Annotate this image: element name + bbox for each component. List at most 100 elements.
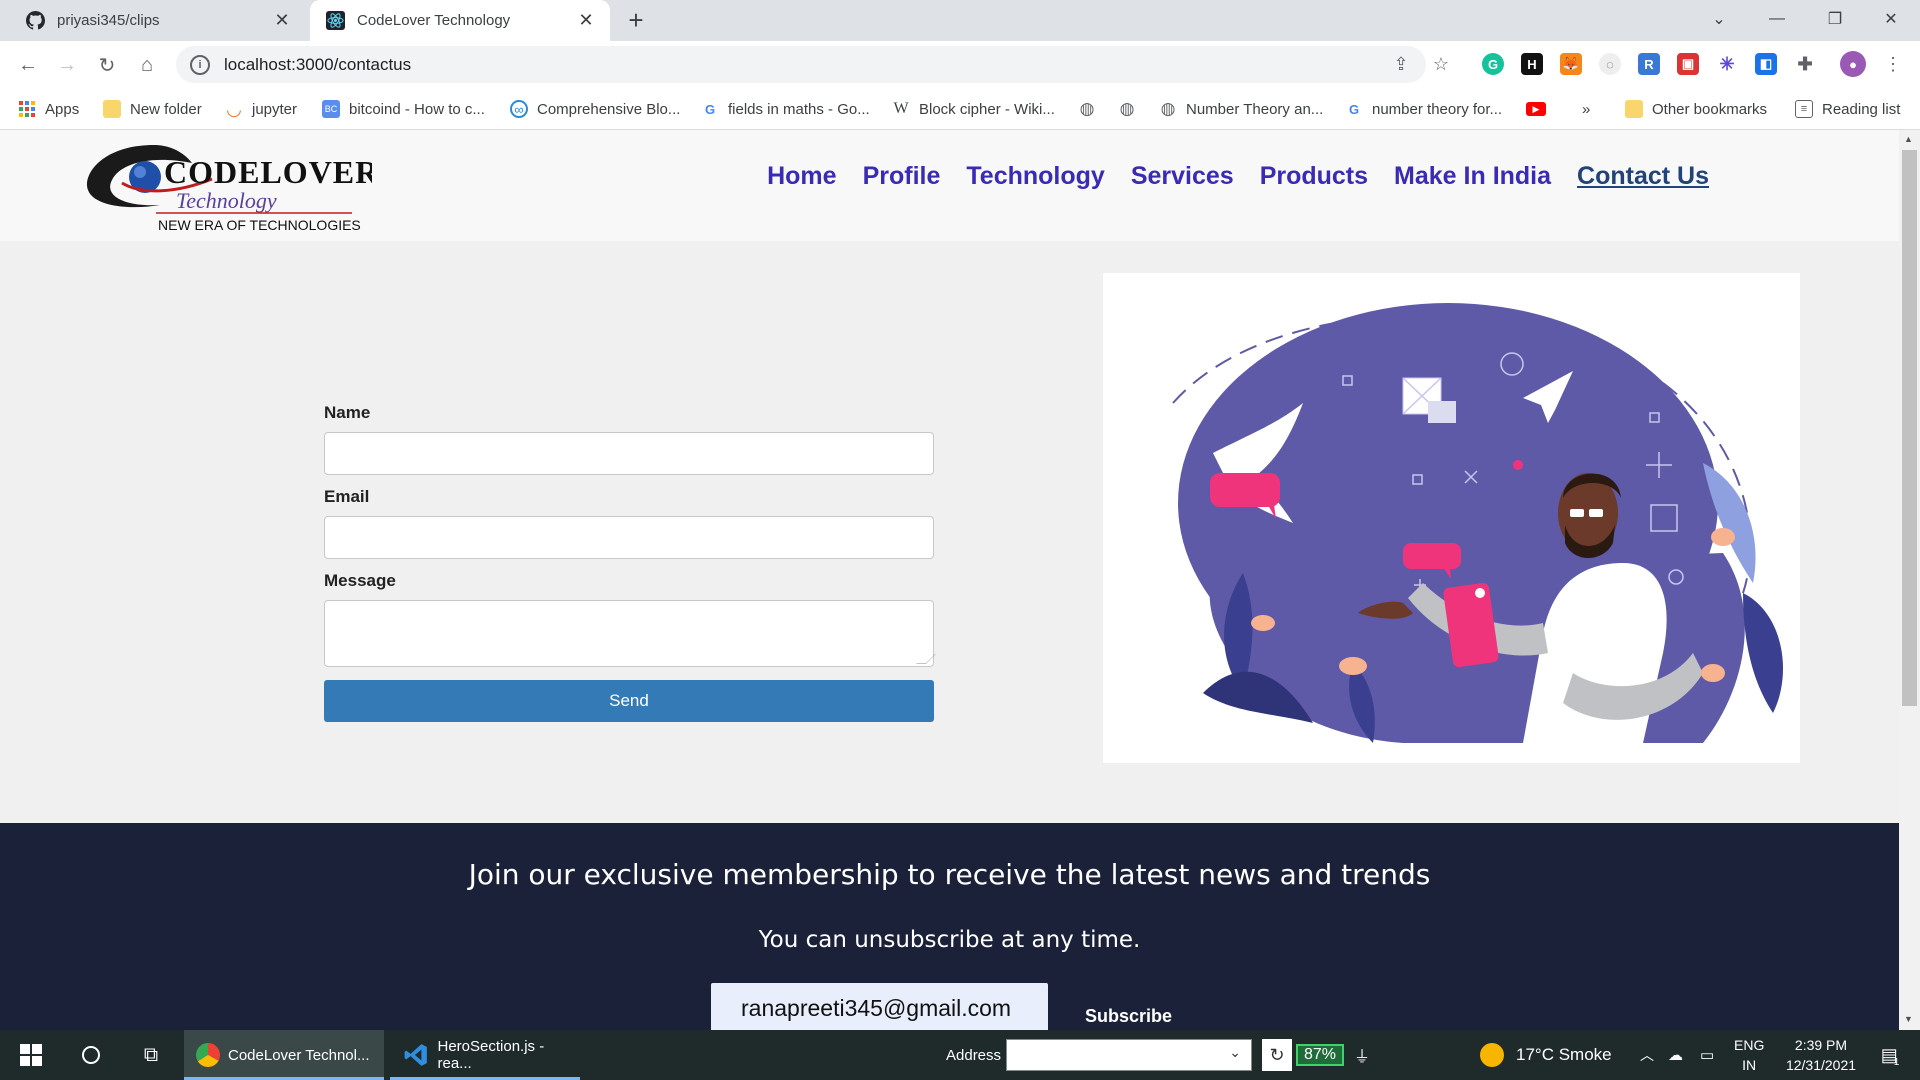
tab-strip: priyasi345/clips ✕ CodeLover Technology …	[0, 0, 1920, 41]
footer-subtext: You can unsubscribe at any time.	[758, 927, 1141, 953]
extensions-puzzle-icon[interactable]: ✚	[1794, 53, 1816, 75]
scroll-up-icon[interactable]: ▲	[1904, 134, 1913, 144]
address-bar[interactable]: i localhost:3000/contactus	[176, 46, 1426, 83]
battery-percent: 87%	[1296, 1044, 1345, 1066]
extension-h-icon[interactable]: H	[1521, 53, 1543, 75]
scrollbar-thumb[interactable]	[1902, 150, 1917, 706]
bookmark-comprehensive[interactable]: ∞ Comprehensive Blo...	[510, 98, 680, 120]
bookmark-block-cipher[interactable]: W Block cipher - Wiki...	[892, 98, 1055, 120]
taskbar-app-chrome[interactable]: CodeLover Technol...	[184, 1030, 384, 1080]
taskbar-app-vscode[interactable]: HeroSection.js - rea...	[390, 1030, 580, 1080]
nav-services[interactable]: Services	[1131, 162, 1234, 191]
forward-icon[interactable]: →	[51, 49, 83, 81]
name-label: Name	[324, 403, 371, 422]
taskbar-app-label: CodeLover Technol...	[228, 1046, 370, 1064]
nav-profile[interactable]: Profile	[863, 162, 941, 191]
windows-taskbar: ⧉ CodeLover Technol... HeroSection.js - …	[0, 1030, 1920, 1080]
bookmarks-more-button[interactable]: »	[1582, 98, 1590, 120]
bookmark-number-theory[interactable]: ◍ Number Theory an...	[1159, 98, 1324, 120]
menu-kebab-icon[interactable]: ⋮	[1880, 51, 1906, 77]
google-icon: G	[704, 101, 716, 117]
extension-bubble-icon[interactable]: ◧	[1755, 53, 1777, 75]
reading-list-icon: ≡	[1795, 100, 1813, 118]
dropdown-chevron-icon[interactable]: ⌄	[1229, 1044, 1241, 1061]
nav-products[interactable]: Products	[1260, 162, 1368, 191]
network-icon[interactable]: ☁	[1668, 1030, 1683, 1080]
extension-red-icon[interactable]: ▣	[1677, 53, 1699, 75]
bookmark-bitcoind[interactable]: BC bitcoind - How to c...	[322, 98, 485, 120]
minimize-icon[interactable]: —	[1748, 0, 1806, 38]
name-input[interactable]	[324, 432, 934, 475]
send-button[interactable]: Send	[324, 680, 934, 722]
address-go-icon[interactable]: ↻	[1262, 1039, 1292, 1071]
bookmark-label: Apps	[45, 100, 80, 118]
page-scrollbar[interactable]: ▲ ▼	[1899, 130, 1920, 1030]
site-logo[interactable]: CODELOVER Technology NEW ERA OF TECHNOLO…	[82, 135, 378, 235]
reload-icon[interactable]: ↻	[91, 49, 123, 81]
bookmark-label: number theory for...	[1372, 100, 1503, 118]
battery-icon[interactable]: ▭	[1700, 1030, 1714, 1080]
profile-avatar-icon[interactable]: ●	[1840, 51, 1866, 77]
restore-icon[interactable]: ❐	[1806, 0, 1864, 38]
metamask-icon[interactable]: 🦊	[1560, 53, 1582, 75]
bookmark-youtube[interactable]: ▶	[1526, 98, 1555, 120]
other-bookmarks[interactable]: Other bookmarks	[1625, 98, 1767, 120]
clock[interactable]: 2:39 PM 12/31/2021	[1776, 1030, 1866, 1080]
tray-chevron-icon[interactable]: ︿	[1640, 1030, 1654, 1080]
email-input[interactable]	[324, 516, 934, 559]
bookmark-star-icon[interactable]: ☆	[1428, 51, 1454, 77]
weather-widget[interactable]: 17°C Smoke	[1480, 1030, 1612, 1080]
vscode-icon	[402, 1041, 430, 1069]
reading-list[interactable]: ≡ Reading list	[1795, 98, 1900, 120]
bookmark-globe-2[interactable]: ◍	[1118, 98, 1145, 120]
resize-grip-icon[interactable]	[916, 654, 936, 664]
close-tab-icon[interactable]: ✕	[270, 9, 294, 33]
close-tab-icon[interactable]: ✕	[574, 9, 598, 33]
new-tab-button[interactable]: +	[622, 5, 650, 35]
scroll-down-icon[interactable]: ▼	[1904, 1014, 1913, 1024]
share-icon[interactable]: ⇪	[1388, 51, 1414, 77]
grammarly-icon[interactable]: G	[1482, 53, 1504, 75]
subscribe-email-input[interactable]: ranapreeti345@gmail.com	[711, 983, 1048, 1030]
windows-start-icon[interactable]	[16, 1030, 46, 1080]
page-viewport: CODELOVER Technology NEW ERA OF TECHNOLO…	[0, 130, 1899, 1030]
notifications-icon[interactable]: ▤ 1	[1872, 1030, 1908, 1080]
language-indicator[interactable]: ENG IN	[1734, 1030, 1764, 1080]
task-view-icon[interactable]: ⧉	[136, 1030, 166, 1080]
bookmark-icon: BC	[322, 100, 340, 118]
site-info-icon[interactable]: i	[190, 54, 210, 75]
tab-github[interactable]: priyasi345/clips ✕	[0, 0, 306, 41]
logo-brand-text: CODELOVER	[164, 154, 372, 190]
bookmark-jupyter[interactable]: ◡ jupyter	[225, 98, 297, 120]
home-icon[interactable]: ⌂	[131, 49, 163, 81]
bookmarks-bar: Apps New folder ◡ jupyter BC bitcoind - …	[0, 88, 1920, 130]
url-text: localhost:3000/contactus	[224, 54, 412, 74]
jupyter-icon: ◡	[226, 98, 242, 119]
subscribe-button[interactable]: Subscribe	[1085, 1006, 1172, 1027]
nav-home[interactable]: Home	[767, 162, 836, 191]
nav-contact-us[interactable]: Contact Us	[1577, 162, 1709, 191]
bookmark-apps[interactable]: Apps	[18, 98, 79, 120]
bookmark-number-theory-for[interactable]: G number theory for...	[1345, 98, 1502, 120]
bookmark-label: Block cipher - Wiki...	[919, 100, 1055, 118]
bookmark-new-folder[interactable]: New folder	[103, 98, 202, 120]
extension-face-icon[interactable]: ◌	[1599, 53, 1621, 75]
search-icon[interactable]	[76, 1030, 106, 1080]
chrome-icon	[196, 1043, 220, 1067]
back-icon[interactable]: ←	[12, 49, 44, 81]
taskbar-address-input[interactable]: ⌄	[1006, 1039, 1252, 1071]
tab-codelover[interactable]: CodeLover Technology ✕	[310, 0, 610, 41]
extension-snowflake-icon[interactable]: ✳	[1716, 53, 1738, 75]
newsletter-footer: Join our exclusive membership to receive…	[0, 823, 1899, 1030]
nav-technology[interactable]: Technology	[966, 162, 1104, 191]
bookmark-globe-1[interactable]: ◍	[1078, 98, 1105, 120]
window-close-icon[interactable]: ✕	[1862, 0, 1920, 38]
bookmark-icon: ∞	[510, 100, 528, 118]
battery-meter: 87% ⏚	[1296, 1030, 1370, 1080]
browser-toolbar: ← → ↻ ⌂ i localhost:3000/contactus ⇪ ☆ G…	[0, 41, 1920, 88]
message-textarea[interactable]	[324, 600, 936, 667]
tab-search-icon[interactable]: ⌄	[1690, 0, 1748, 38]
bookmark-fields-maths[interactable]: G fields in maths - Go...	[701, 98, 870, 120]
extension-r-icon[interactable]: R	[1638, 53, 1660, 75]
nav-make-in-india[interactable]: Make In India	[1394, 162, 1551, 191]
